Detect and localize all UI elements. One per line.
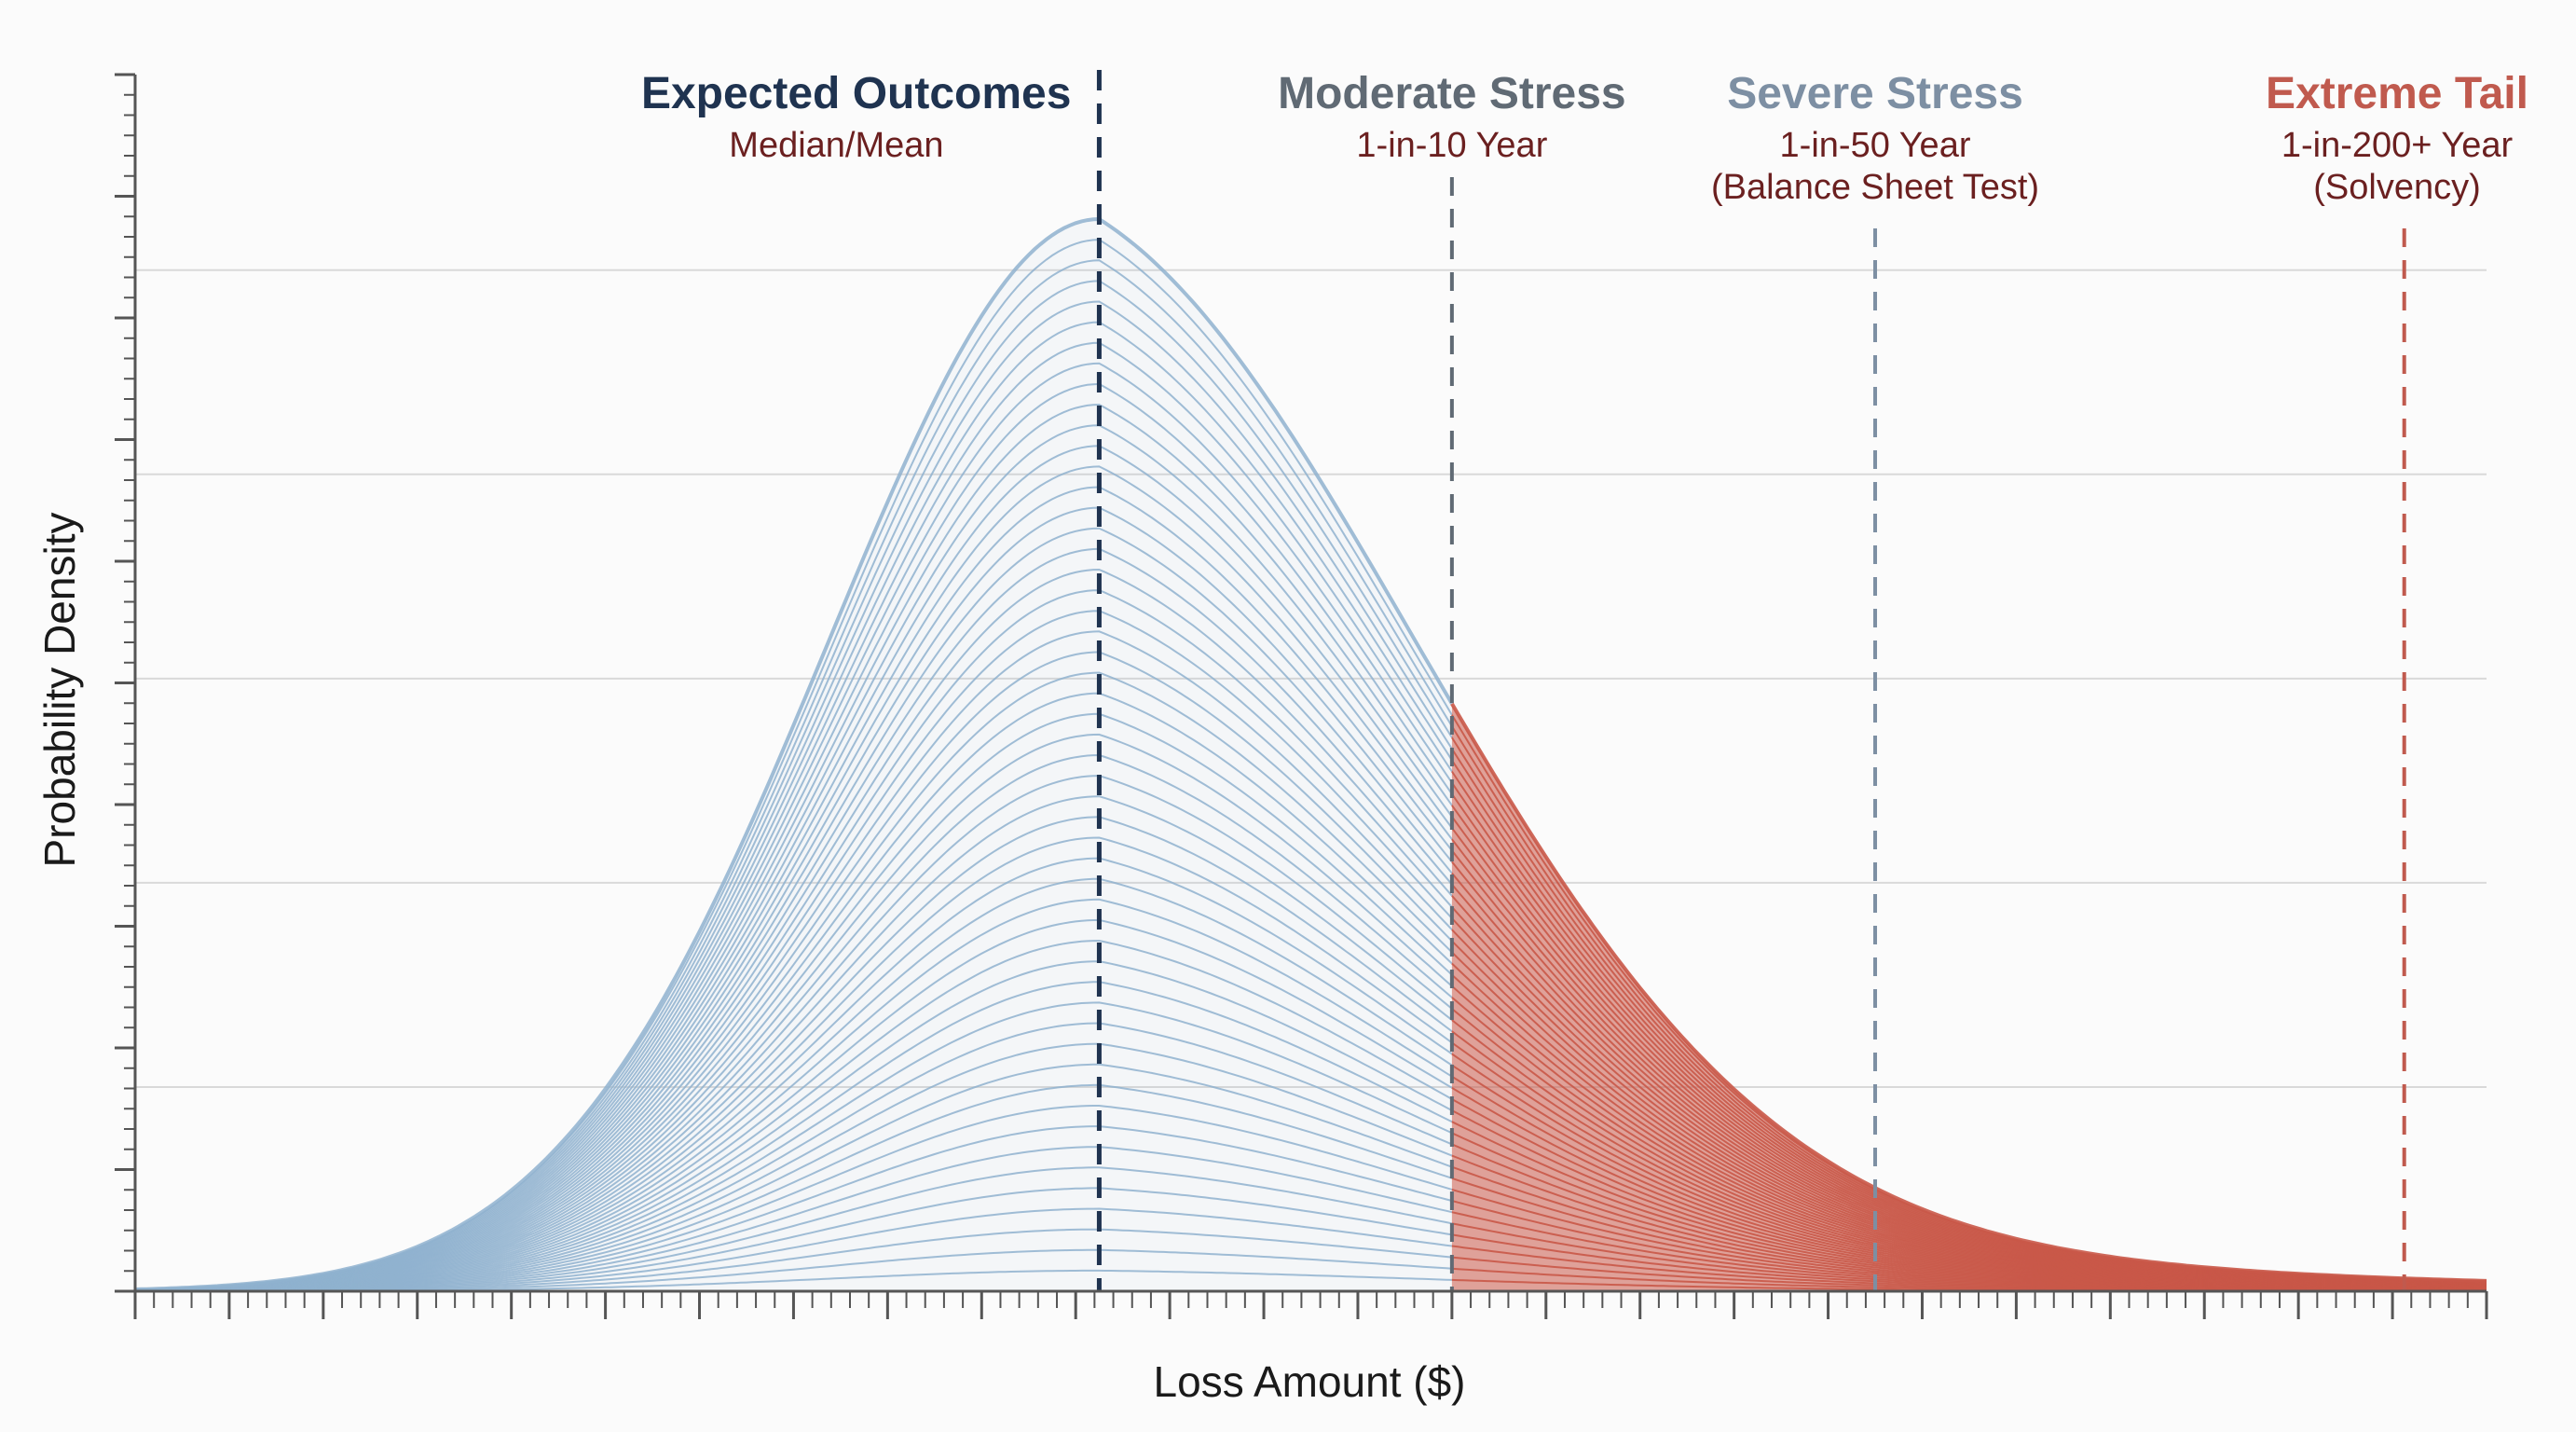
marker-title-0: Expected Outcomes xyxy=(641,69,1071,118)
marker-subtitle-0-0: Median/Mean xyxy=(729,126,943,165)
marker-subtitle-2-1: (Balance Sheet Test) xyxy=(1711,168,2039,207)
y-axis-title: Probability Density xyxy=(35,513,84,868)
marker-subtitle-3-0: 1-in-200+ Year xyxy=(2281,126,2514,165)
series-body xyxy=(134,216,1454,1292)
chart-container: Expected Outcomes Median/Mean Moderate Str… xyxy=(0,0,2576,1432)
x-axis-title: Loss Amount ($) xyxy=(1154,1357,1466,1406)
marker-title-1: Moderate Stress xyxy=(1278,69,1625,118)
marker-subtitle-2-0: 1-in-50 Year xyxy=(1780,126,1971,165)
loss-distribution-chart: Expected Outcomes Median/Mean Moderate Str… xyxy=(35,69,2528,1406)
marker-title-2: Severe Stress xyxy=(1727,69,2023,118)
marker-2: Severe Stress 1-in-50 Year(Balance Sheet … xyxy=(1711,69,2039,1291)
curve-layer xyxy=(134,216,2487,1292)
series-tail xyxy=(1450,702,2487,1292)
marker-subtitle-1-0: 1-in-10 Year xyxy=(1356,126,1547,165)
marker-subtitle-3-1: (Solvency) xyxy=(2313,168,2481,207)
marker-title-3: Extreme Tail xyxy=(2266,69,2528,118)
marker-3: Extreme Tail 1-in-200+ Year(Solvency) xyxy=(2266,69,2528,1291)
